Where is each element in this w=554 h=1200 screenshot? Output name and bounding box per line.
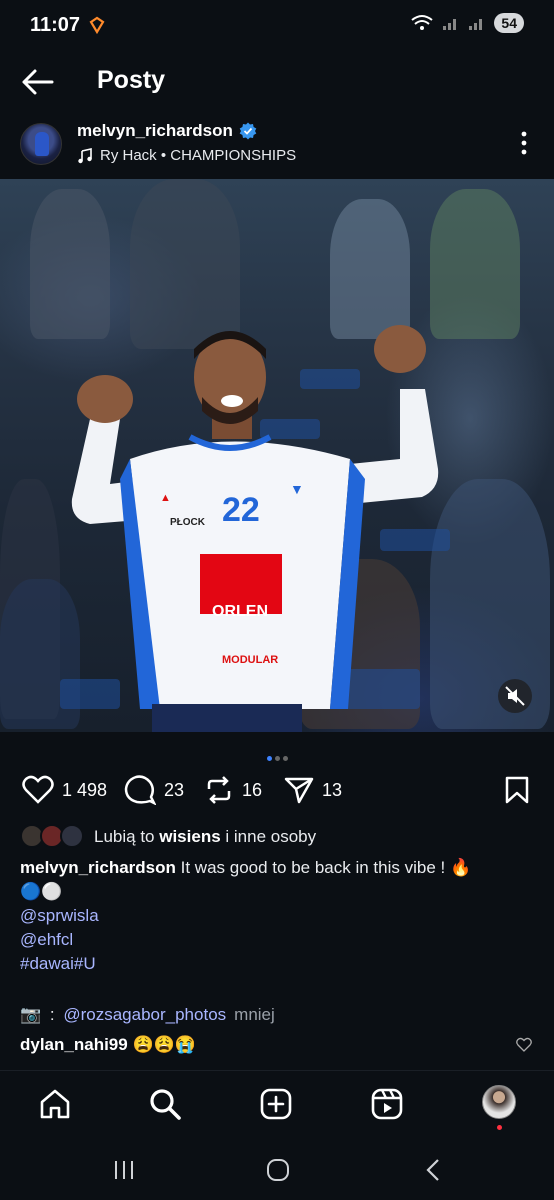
wifi-icon: [411, 15, 434, 30]
signal-icon: [443, 19, 457, 30]
liked-by[interactable]: Lubią to wisiens i inne osoby: [20, 824, 316, 850]
system-back-icon[interactable]: [420, 1158, 448, 1182]
status-time: 11:07: [30, 14, 81, 36]
comment-like-icon[interactable]: [516, 1037, 532, 1053]
repost-button[interactable]: 16: [204, 775, 262, 805]
like-button[interactable]: 1 498: [22, 775, 107, 805]
liker-avatar: [60, 824, 84, 848]
repost-icon: [207, 776, 231, 804]
music-note-icon: [78, 147, 92, 163]
liked-by-prefix: Lubią to: [94, 827, 160, 846]
photo-credit: 📷 : @rozsagabor_photos mniej: [20, 1005, 275, 1025]
home-button-icon[interactable]: [264, 1158, 292, 1182]
battery-level: 54: [494, 13, 524, 33]
carousel-dot-2: [274, 756, 280, 761]
comment-text: 😩😩😭: [132, 1035, 196, 1054]
mention-link[interactable]: @sprwisla: [20, 904, 530, 928]
post-author: melvyn_richardson Ry Hack • CHAMPIONSHIP…: [0, 120, 554, 172]
author-username[interactable]: melvyn_richardson: [77, 121, 233, 141]
jersey-number: 22: [222, 491, 260, 529]
add-icon[interactable]: [259, 1087, 293, 1121]
reels-icon[interactable]: [370, 1087, 404, 1121]
carousel-dot-1: [266, 756, 272, 761]
camera-icon: 📷: [20, 1005, 42, 1024]
music-row[interactable]: Ry Hack • CHAMPIONSHIPS: [77, 147, 296, 164]
hashtag-link[interactable]: #dawai#U: [20, 952, 530, 976]
carousel-indicator: [0, 748, 554, 766]
caption-emoji: 🔵⚪: [20, 882, 63, 901]
share-icon: [284, 777, 314, 804]
comment-preview[interactable]: dylan_nahi99 😩😩😭: [20, 1035, 534, 1055]
liked-by-user[interactable]: wisiens: [159, 827, 220, 846]
liked-by-avatars: [20, 824, 86, 850]
jersey-sponsor: ORLEN: [212, 603, 268, 620]
verified-icon: [239, 122, 257, 140]
mute-button[interactable]: [498, 679, 532, 713]
post-caption: melvyn_richardson It was good to be back…: [20, 856, 530, 976]
page-title: Posty: [97, 66, 166, 94]
svg-text:▲: ▲: [160, 492, 171, 504]
caption-text: It was good to be back in this vibe ! 🔥: [175, 858, 472, 877]
caption-username[interactable]: melvyn_richardson: [20, 858, 176, 877]
post-image[interactable]: ▲ ▼ PŁOCK 22 ORLEN MODULAR: [0, 179, 554, 732]
svg-text:▼: ▼: [290, 481, 304, 497]
heart-icon: [22, 775, 54, 804]
music-label: Ry Hack • CHAMPIONSHIPS: [100, 147, 297, 164]
search-icon[interactable]: [148, 1087, 182, 1121]
mute-icon: [505, 686, 525, 706]
status-right: 54: [410, 13, 524, 33]
author-username-row[interactable]: melvyn_richardson: [77, 121, 257, 141]
notification-icon: [89, 16, 105, 34]
mention-link[interactable]: @ehfcl: [20, 928, 530, 952]
recent-apps-icon[interactable]: [110, 1158, 138, 1182]
back-arrow-icon[interactable]: [20, 66, 56, 98]
credit-separator: :: [45, 1005, 60, 1024]
show-less-link[interactable]: mniej: [234, 1005, 275, 1025]
home-icon[interactable]: [38, 1087, 72, 1121]
author-avatar[interactable]: [20, 123, 62, 165]
more-icon[interactable]: [520, 130, 528, 156]
comment-count: 23: [164, 779, 185, 800]
like-count: 1 498: [62, 779, 108, 800]
share-count: 13: [322, 779, 343, 800]
credit-user-link[interactable]: @rozsagabor_photos: [63, 1005, 226, 1025]
header: Posty: [0, 58, 554, 106]
profile-avatar[interactable]: [482, 1085, 516, 1119]
jersey-brand: MODULAR: [222, 654, 279, 666]
carousel-dot-3: [282, 756, 288, 761]
system-nav: [0, 1140, 554, 1200]
signal-icon-2: [469, 19, 483, 30]
bottom-nav: [0, 1070, 554, 1136]
comment-button[interactable]: 23: [124, 775, 184, 805]
comment-icon: [124, 775, 156, 805]
share-button[interactable]: 13: [284, 775, 342, 805]
jersey-club: PŁOCK: [170, 517, 205, 528]
liked-by-suffix: i inne osoby: [220, 827, 317, 846]
notification-dot: [497, 1125, 502, 1130]
comment-username[interactable]: dylan_nahi99: [20, 1035, 128, 1054]
status-bar: 11:07 54: [0, 0, 554, 52]
bookmark-icon[interactable]: [504, 776, 530, 804]
post-actions: 1 498 23 16 13: [0, 772, 554, 812]
repost-count: 16: [242, 779, 263, 800]
